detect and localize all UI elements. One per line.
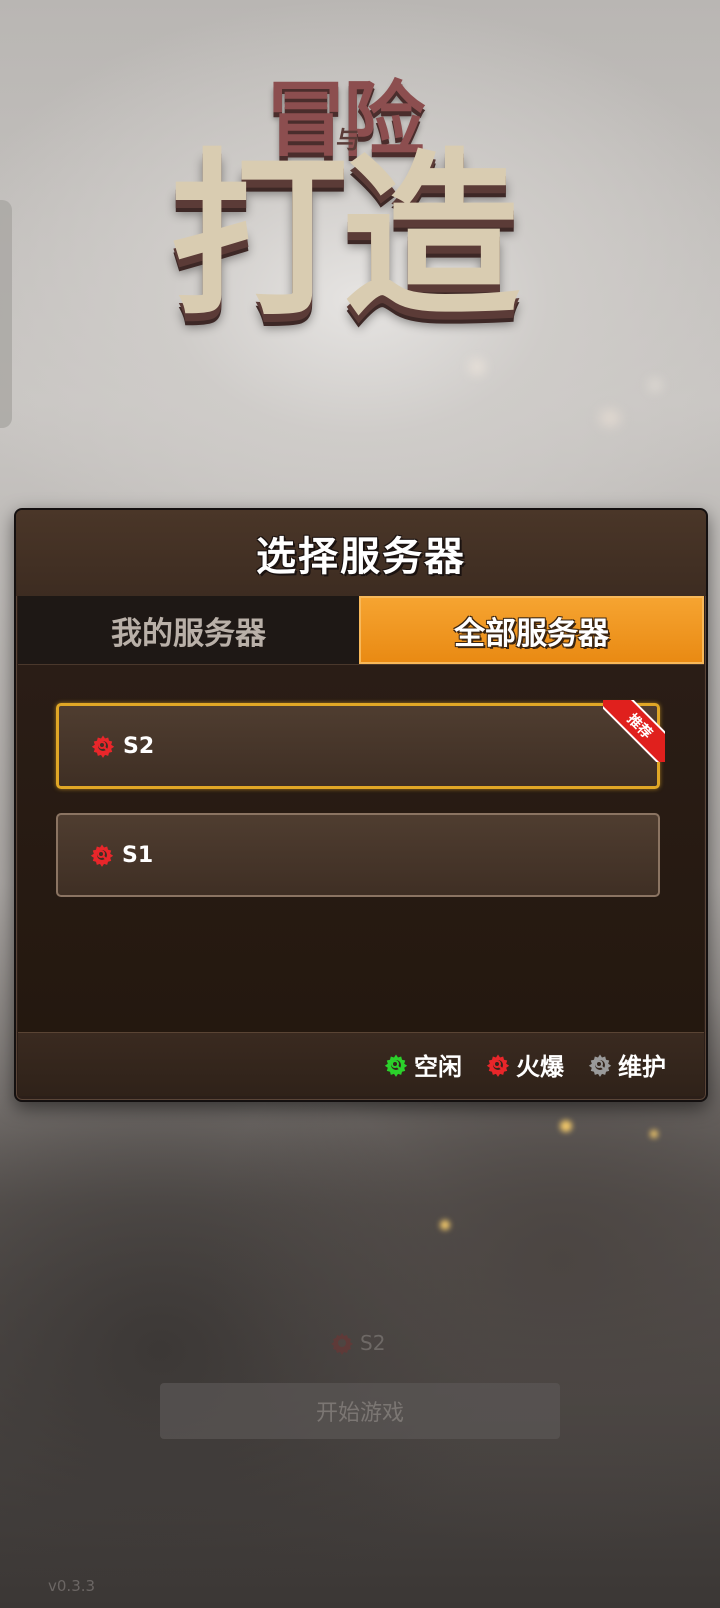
tab-my-servers[interactable]: 我的服务器 bbox=[18, 596, 359, 664]
dialog-title: 选择服务器 bbox=[256, 534, 466, 580]
current-server-name: S2 bbox=[360, 1331, 386, 1355]
server-item-s1[interactable]: S1 bbox=[56, 813, 660, 897]
server-list: S2 推荐 S1 bbox=[18, 664, 704, 1033]
gear-hot-icon bbox=[486, 1054, 510, 1077]
status-legend: 空闲 火爆 维护 bbox=[18, 1032, 704, 1096]
server-item-s2[interactable]: S2 推荐 bbox=[56, 700, 665, 789]
legend-idle: 空闲 bbox=[384, 1047, 462, 1082]
logo-main-text: 打造 bbox=[170, 133, 520, 340]
side-drawer-handle[interactable] bbox=[0, 200, 12, 428]
server-name: S1 bbox=[122, 842, 154, 868]
legend-hot: 火爆 bbox=[486, 1047, 564, 1082]
legend-idle-label: 空闲 bbox=[414, 1053, 462, 1081]
legend-maintenance: 维护 bbox=[588, 1047, 666, 1082]
server-select-dialog: 选择服务器 我的服务器 全部服务器 S2 推荐 S1 空闲 火爆 维护 bbox=[14, 508, 708, 1102]
server-tabs: 我的服务器 全部服务器 bbox=[18, 596, 704, 664]
dialog-header: 选择服务器 bbox=[16, 510, 706, 596]
gear-maintenance-icon bbox=[588, 1054, 612, 1077]
tab-all-servers[interactable]: 全部服务器 bbox=[359, 596, 704, 664]
current-server-display: S2 bbox=[330, 1330, 410, 1356]
server-name: S2 bbox=[123, 733, 155, 759]
version-label: v0.3.3 bbox=[48, 1577, 96, 1595]
gear-hot-icon bbox=[90, 844, 114, 867]
start-game-button[interactable]: 开始游戏 bbox=[160, 1383, 560, 1439]
gear-hot-icon bbox=[91, 735, 115, 758]
recommended-badge-label: 推荐 bbox=[603, 700, 665, 762]
gear-idle-icon bbox=[384, 1054, 408, 1077]
game-logo: 冒险 与 打造 bbox=[140, 48, 580, 348]
legend-maintenance-label: 维护 bbox=[618, 1053, 666, 1081]
legend-hot-label: 火爆 bbox=[516, 1053, 564, 1081]
recommended-badge: 推荐 bbox=[603, 700, 665, 762]
gear-hot-icon bbox=[331, 1333, 353, 1355]
